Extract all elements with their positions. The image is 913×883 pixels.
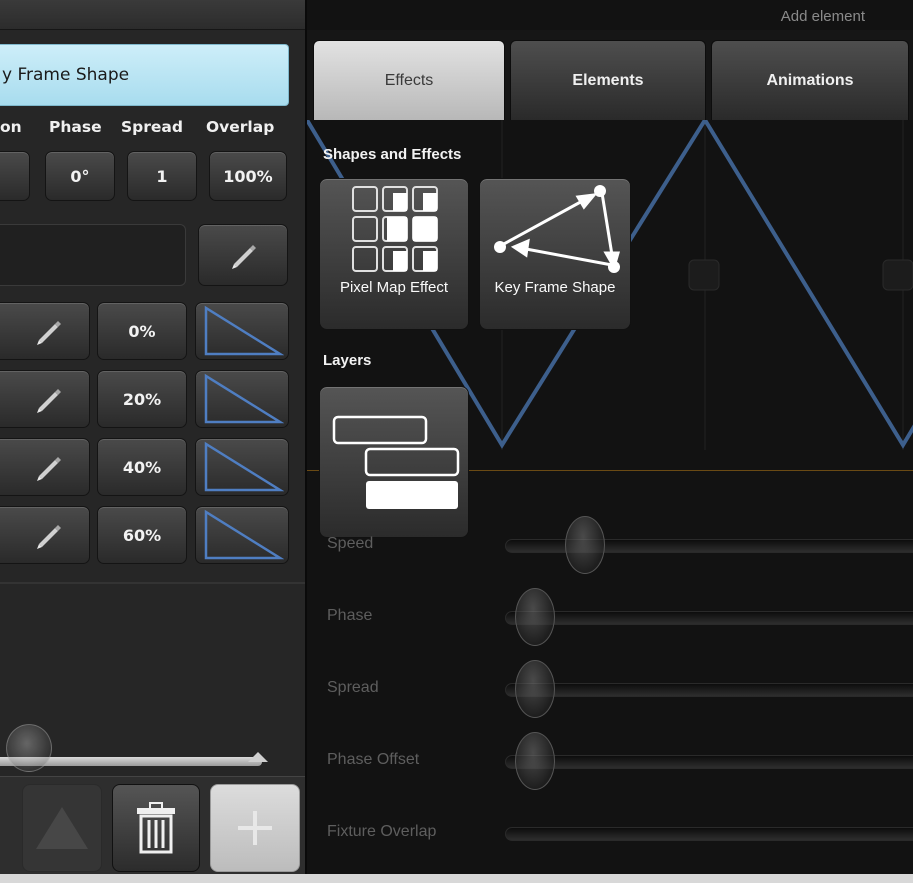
- pixel-map-effect-tile[interactable]: Pixel Map Effect: [319, 178, 469, 330]
- spread-value: 1: [156, 166, 168, 186]
- key-0-edit-button[interactable]: [0, 302, 90, 360]
- phase-slider-label: Phase: [327, 607, 373, 624]
- key-3-position-button[interactable]: 60%: [97, 506, 187, 564]
- add-element-title: Add element: [780, 8, 865, 25]
- waveform-keyframe-handle: [688, 259, 720, 291]
- phase-slider-knob[interactable]: [515, 588, 555, 646]
- pencil-icon: [37, 321, 61, 345]
- triangle-ramp-icon: [204, 373, 284, 424]
- effect-name-field[interactable]: y Frame Shape: [0, 44, 289, 106]
- key-2-position-button[interactable]: 40%: [97, 438, 187, 496]
- notes-field[interactable]: [0, 224, 186, 286]
- layers-icon: [332, 415, 460, 509]
- shapes-effects-heading: Shapes and Effects: [323, 146, 462, 163]
- key-3-curve-button[interactable]: [195, 506, 289, 564]
- tab-effects[interactable]: Effects: [313, 40, 505, 120]
- spread-value-button[interactable]: 1: [127, 151, 197, 201]
- key-2-edit-button[interactable]: [0, 438, 90, 496]
- duration-label: on: [0, 118, 22, 136]
- time-slider-knob[interactable]: [6, 724, 52, 772]
- overlap-value-button[interactable]: 100%: [209, 151, 287, 201]
- duration-value-button[interactable]: [0, 151, 30, 201]
- phase-label: Phase: [49, 118, 102, 136]
- phase-offset-slider[interactable]: [505, 755, 913, 769]
- parameter-labels: on Phase Spread Overlap: [0, 118, 305, 148]
- key-1-edit-button[interactable]: [0, 370, 90, 428]
- fixture-overlap-label: Fixture Overlap: [327, 823, 437, 840]
- trash-icon: [137, 802, 175, 854]
- spread-slider-knob[interactable]: [515, 660, 555, 718]
- tab-elements[interactable]: Elements: [510, 40, 706, 120]
- overlap-value: 100%: [223, 166, 273, 186]
- keyframe-path-icon: [494, 185, 620, 273]
- key-frame-shape-tile[interactable]: Key Frame Shape: [479, 178, 631, 330]
- window-bottom-edge: [0, 874, 913, 883]
- key-3-position: 60%: [122, 525, 162, 545]
- phase-slider[interactable]: [505, 611, 913, 625]
- left-panel-header: [0, 0, 305, 30]
- speed-label: Speed: [327, 535, 374, 552]
- phase-value: 0°: [70, 166, 90, 186]
- key-0-position-button[interactable]: 0%: [97, 302, 187, 360]
- edit-notes-button[interactable]: [198, 224, 288, 286]
- tab-animations[interactable]: Animations: [711, 40, 909, 120]
- add-key-button[interactable]: [210, 784, 300, 872]
- phase-offset-slider-knob[interactable]: [515, 732, 555, 790]
- waveform-keyframe-handle: [882, 259, 913, 291]
- overlap-label: Overlap: [206, 118, 275, 136]
- key-2-curve-button[interactable]: [195, 438, 289, 496]
- spread-label: Spread: [121, 118, 183, 136]
- spread-slider-label: Spread: [327, 679, 379, 696]
- effect-editor-panel: y Frame Shape on Phase Spread Overlap 0°…: [0, 0, 305, 883]
- triangle-ramp-icon: [204, 305, 284, 356]
- key-2-position: 40%: [122, 457, 162, 477]
- triangle-ramp-icon: [204, 441, 284, 492]
- up-arrow-icon: [36, 807, 88, 849]
- phase-offset-label: Phase Offset: [327, 751, 420, 768]
- layers-heading: Layers: [323, 352, 372, 369]
- key-1-position: 20%: [122, 389, 162, 409]
- key-1-position-button[interactable]: 20%: [97, 370, 187, 428]
- tab-elements-label: Elements: [572, 71, 644, 89]
- pixel-map-effect-label: Pixel Map Effect: [339, 279, 449, 296]
- effect-name-text: y Frame Shape: [2, 65, 130, 85]
- time-slider-end-marker: [248, 752, 268, 762]
- pencil-icon: [37, 525, 61, 549]
- add-element-panel: Add element Effects Elements Animations …: [305, 0, 913, 883]
- delete-button[interactable]: [112, 784, 200, 872]
- key-1-curve-button[interactable]: [195, 370, 289, 428]
- key-0-position: 0%: [128, 321, 156, 341]
- key-0-curve-button[interactable]: [195, 302, 289, 360]
- tab-animations-label: Animations: [766, 71, 854, 89]
- pencil-icon: [232, 245, 256, 269]
- plus-icon: [238, 811, 272, 845]
- layers-tile[interactable]: [319, 386, 469, 538]
- phase-value-button[interactable]: 0°: [45, 151, 115, 201]
- tab-effects-label: Effects: [384, 71, 434, 89]
- triangle-ramp-icon: [204, 509, 284, 560]
- pencil-icon: [37, 457, 61, 481]
- speed-slider-knob[interactable]: [565, 516, 605, 574]
- pixel-grid-icon: [352, 186, 438, 272]
- fixture-overlap-slider[interactable]: [505, 827, 913, 841]
- section-divider: [0, 582, 305, 584]
- spread-slider[interactable]: [505, 683, 913, 697]
- key-frame-shape-label: Key Frame Shape: [494, 279, 616, 296]
- pencil-icon: [37, 389, 61, 413]
- move-up-button[interactable]: [22, 784, 102, 872]
- key-3-edit-button[interactable]: [0, 506, 90, 564]
